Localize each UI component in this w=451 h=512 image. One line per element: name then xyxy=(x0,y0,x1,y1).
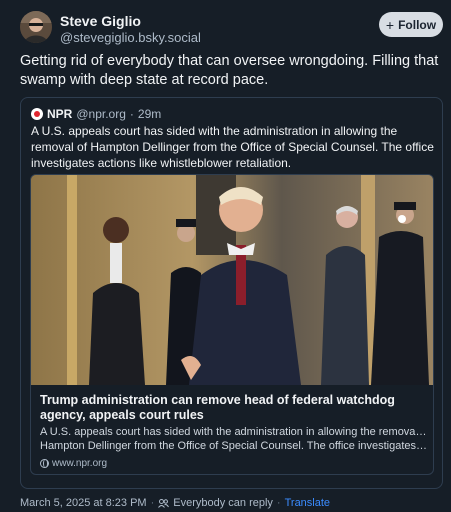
reply-setting[interactable]: Everybody can reply xyxy=(173,497,273,509)
quote-author-handle[interactable]: @npr.org xyxy=(76,107,126,121)
link-card-description-line: A U.S. appeals court has sided with the … xyxy=(40,426,428,438)
author-name[interactable]: Steve Giglio xyxy=(60,13,141,29)
post-timestamp[interactable]: March 5, 2025 at 8:23 PM xyxy=(20,497,147,509)
separator-dot: · xyxy=(129,107,134,121)
post-text: Getting rid of everybody that can overse… xyxy=(20,53,439,88)
quote-author-name[interactable]: NPR xyxy=(47,107,72,121)
people-icon xyxy=(158,498,170,508)
link-card-description-line: Hampton Dellinger from the Office of Spe… xyxy=(40,440,428,452)
link-card-domain: www.npr.org xyxy=(40,458,107,469)
author-handle[interactable]: @stevegiglio.bsky.social xyxy=(60,30,201,45)
link-card[interactable]: Trump administration can remove head of … xyxy=(30,174,434,475)
follow-label: Follow xyxy=(398,17,437,32)
link-card-title[interactable]: Trump administration can remove head of … xyxy=(40,393,425,423)
quote-header: NPR @npr.org · 29m xyxy=(31,107,161,121)
quote-timestamp: 29m xyxy=(137,107,162,121)
follow-button[interactable]: + Follow xyxy=(379,12,443,37)
globe-icon xyxy=(40,459,49,468)
post-header: Steve Giglio @stevegiglio.bsky.social + … xyxy=(20,11,443,47)
separator-dot: · xyxy=(150,497,155,509)
post-footer: March 5, 2025 at 8:23 PM · Everybody can… xyxy=(20,497,330,509)
link-card-domain-text: www.npr.org xyxy=(52,458,108,469)
quoted-post[interactable]: NPR @npr.org · 29m A U.S. appeals court … xyxy=(20,97,443,489)
separator-dot: · xyxy=(276,497,281,509)
npr-logo-icon xyxy=(31,108,43,120)
plus-icon: + xyxy=(385,16,395,33)
quote-text: A U.S. appeals court has sided with the … xyxy=(31,124,434,170)
translate-link[interactable]: Translate xyxy=(285,497,330,509)
link-card-image xyxy=(31,175,433,385)
link-card-description: A U.S. appeals court has sided with the … xyxy=(40,425,428,453)
author-avatar[interactable] xyxy=(20,11,52,43)
